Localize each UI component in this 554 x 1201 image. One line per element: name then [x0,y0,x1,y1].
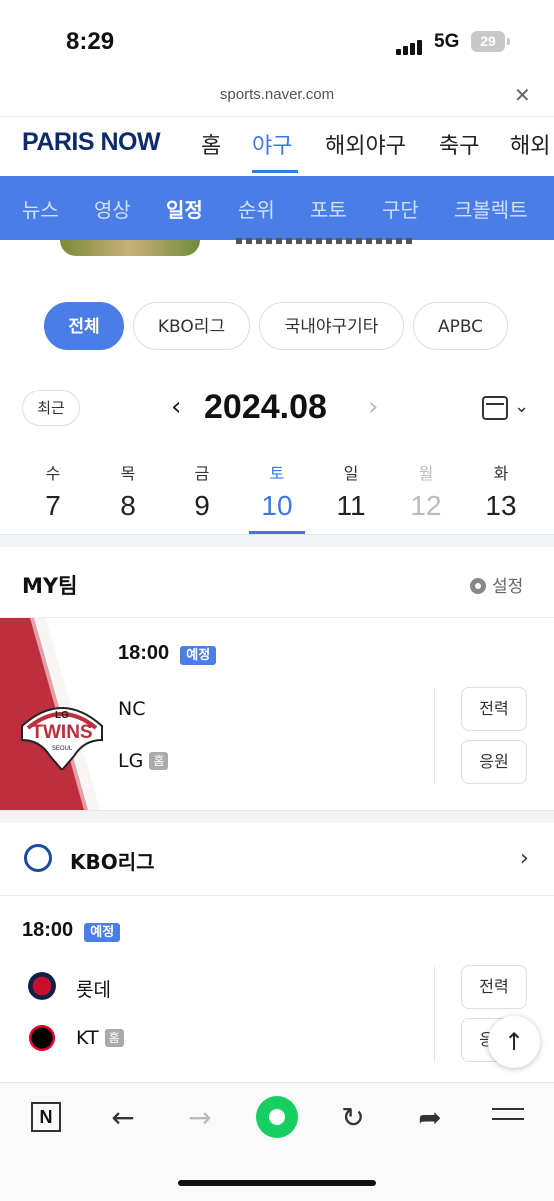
day-date: 13 [485,490,517,521]
day-weekday: 월 [418,464,434,483]
cheer-button[interactable]: 응원 [461,740,527,784]
topnav-baseball[interactable]: 야구 [252,128,292,160]
next-month-icon[interactable]: › [368,392,378,422]
forward-arrow-icon: → [188,1101,212,1134]
game-time: 18:00 [22,919,74,941]
away-team[interactable]: NC [118,698,145,720]
day-item[interactable]: 목 8 [98,460,158,522]
subnav-photo[interactable]: 포토 [310,194,347,223]
gear-icon [470,578,486,594]
day-weekday: 화 [493,464,509,483]
lg-twins-logo: LG TWINS SEOUL [21,707,103,770]
battery-cap [507,38,510,45]
topnav-active-indicator [252,170,298,173]
topnav-overseas-baseball[interactable]: 해외야구 [325,128,406,160]
naver-green-dot-icon[interactable] [256,1096,298,1138]
chip-domestic-other[interactable]: 국내야구기타 [259,302,404,350]
prev-month-icon[interactable]: ‹ [171,392,181,422]
status-time: 8:29 [66,28,115,55]
ad-banner-text[interactable] [236,238,416,244]
kbo-league-icon [24,844,52,872]
day-date: 10 [261,490,293,521]
chevron-right-icon[interactable]: › [520,846,529,871]
naver-home-icon[interactable]: N [31,1102,61,1132]
share-icon[interactable]: ➦ [410,1100,450,1136]
recent-button[interactable]: 최근 [22,390,80,426]
divider [434,966,435,1062]
battery-icon: 29 [471,31,505,52]
day-weekday: 목 [120,464,136,483]
settings-label: 설정 [492,577,524,597]
game-time-row: 18:00 예정 [22,919,121,942]
subnav-video[interactable]: 영상 [94,194,131,223]
topnav-home[interactable]: 홈 [201,128,221,160]
section-divider [0,534,554,547]
status-badge: 예정 [84,923,121,942]
topnav-overseas[interactable]: 해외 [510,128,550,160]
kbo-section-title[interactable]: KBO리그 [70,846,155,875]
url-bar[interactable]: sports.naver.com [0,84,554,112]
day-item[interactable]: 금 9 [172,460,232,522]
my-team-title: MY팀 [22,574,78,598]
away-team[interactable]: 롯데 [76,975,111,1002]
day-weekday: 수 [45,464,61,483]
chip-apbc[interactable]: APBC [413,302,508,350]
close-icon[interactable]: ✕ [514,84,531,106]
logo-name-text: TWINS [31,722,92,743]
day-date: 9 [194,490,210,521]
game-time-row: 18:00 예정 [118,642,217,665]
day-item-selected[interactable]: 토 10 [247,460,307,522]
day-weekday: 토 [269,464,285,483]
divider [0,617,554,618]
home-indicator [178,1180,376,1186]
current-month: 2024.08 [204,388,327,426]
day-date: 11 [336,490,366,521]
kt-wiz-logo [24,1024,60,1052]
day-date: 12 [410,490,442,521]
day-weekday: 일 [343,464,359,483]
day-date: 7 [45,490,61,521]
subnav-kbollect[interactable]: 크볼렉트 [454,194,528,223]
home-badge: 홈 [149,752,169,770]
game-time: 18:00 [118,642,170,664]
day-date: 8 [120,490,136,521]
day-weekday: 금 [194,464,210,483]
site-logo[interactable]: PARIS NOW [22,128,161,157]
calendar-icon[interactable] [482,396,508,420]
day-item[interactable]: 화 13 [471,460,531,522]
divider [434,688,435,784]
chip-kbo[interactable]: KBO리그 [133,302,250,350]
home-team-row[interactable]: LG 홈 [118,750,169,772]
settings-button[interactable]: 설정 [470,572,523,597]
topnav-soccer[interactable]: 축구 [439,128,479,160]
back-arrow-icon[interactable]: ← [103,1100,143,1136]
giants-logo [24,972,60,1000]
subnav-teams[interactable]: 구단 [382,194,419,223]
logo-top-text: LG [55,710,69,721]
section-divider [0,810,554,823]
refresh-icon[interactable]: ↻ [333,1100,373,1136]
home-team-row[interactable]: KT 홈 [76,1027,124,1049]
lineup-button[interactable]: 전력 [461,687,527,731]
status-badge: 예정 [180,646,217,665]
day-item[interactable]: 수 7 [23,460,83,522]
divider [0,895,554,896]
logo-sub-text: SEOUL [52,746,73,752]
subnav-news[interactable]: 뉴스 [22,194,59,223]
day-item-disabled: 월 12 [396,460,456,522]
chip-all[interactable]: 전체 [44,302,124,350]
menu-icon[interactable] [492,1108,524,1128]
subnav-schedule[interactable]: 일정 [166,194,203,223]
scroll-top-button[interactable]: ↑ [488,1016,540,1068]
signal-icon [396,36,424,55]
home-badge: 홈 [104,1029,124,1047]
home-team: KT [76,1027,99,1049]
network-label: 5G [434,31,460,52]
day-item[interactable]: 일 11 [321,460,381,522]
subnav-standings[interactable]: 순위 [238,194,275,223]
chevron-down-icon[interactable]: ⌄ [514,396,529,417]
home-team: LG [118,750,144,772]
ad-banner-image[interactable] [60,240,200,256]
lineup-button[interactable]: 전력 [461,965,527,1009]
